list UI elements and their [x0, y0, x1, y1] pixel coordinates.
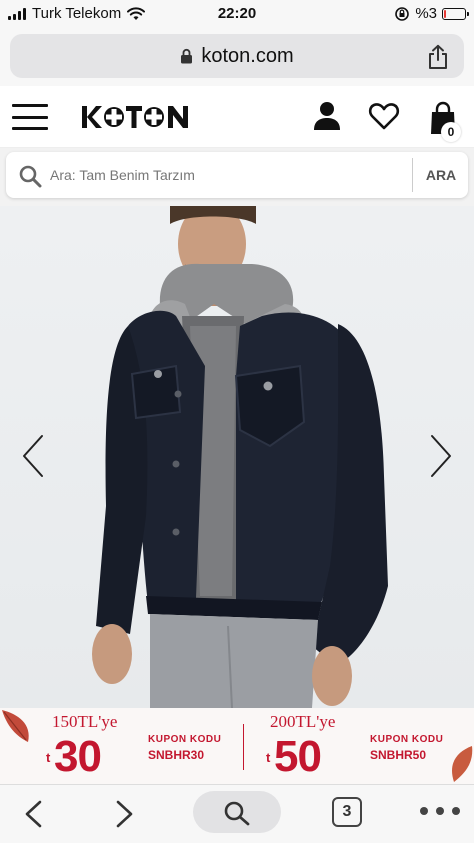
url-text: koton.com: [201, 44, 294, 67]
product-image-carousel[interactable]: [0, 206, 474, 708]
chevron-right-icon[interactable]: [428, 434, 454, 478]
coupon-code: SNBHR50: [370, 748, 427, 762]
more-options-button[interactable]: [420, 807, 460, 819]
chevron-left-icon[interactable]: [20, 434, 46, 478]
coupon-left: 150TL'ye t 30 KUPON KODU SNBHR30: [0, 708, 243, 784]
browser-url-area: koton.com: [0, 28, 474, 86]
search-icon: [19, 165, 42, 188]
coupon-promo-banner[interactable]: 150TL'ye t 30 KUPON KODU SNBHR30 200TL'y…: [0, 708, 474, 784]
coupon-discount: 50: [274, 732, 322, 781]
back-icon[interactable]: [22, 799, 44, 829]
coupon-code-label: KUPON KODU: [370, 734, 444, 745]
currency-symbol: t: [266, 750, 271, 765]
search-area: ARA: [0, 148, 474, 206]
search-divider: [412, 158, 413, 192]
coupon-threshold: 200TL'ye: [270, 712, 336, 731]
search-button[interactable]: ARA: [414, 152, 468, 198]
coupon-code: SNBHR30: [148, 748, 205, 762]
site-header: 0: [0, 86, 474, 148]
rotation-lock-icon: [395, 6, 410, 21]
currency-symbol: t: [46, 750, 51, 765]
battery-icon: [442, 7, 469, 20]
coupon-code-label: KUPON KODU: [148, 734, 222, 745]
toolbar-search-button[interactable]: [193, 791, 281, 833]
lock-icon: [181, 48, 193, 64]
cart-count-badge: 0: [441, 122, 461, 142]
forward-icon[interactable]: [114, 799, 136, 829]
product-photo-denim-jacket: [92, 206, 388, 708]
koton-logo[interactable]: [80, 102, 208, 132]
coupon-threshold: 150TL'ye: [52, 712, 118, 731]
share-icon[interactable]: [426, 44, 450, 70]
browser-toolbar: 3: [0, 784, 474, 843]
url-display[interactable]: koton.com: [10, 34, 464, 78]
coupon-right: 200TL'ye t 50 KUPON KODU SNBHR50: [244, 708, 474, 784]
status-bar: Turk Telekom 22:20 %3: [0, 0, 474, 28]
coupon-discount: 30: [54, 732, 102, 781]
search-icon: [224, 801, 250, 826]
search-box: ARA: [6, 152, 468, 198]
tabs-button[interactable]: 3: [332, 797, 362, 827]
battery-percent: %3: [415, 5, 437, 22]
user-account-icon[interactable]: [312, 100, 342, 132]
address-bar[interactable]: koton.com: [10, 34, 464, 78]
hamburger-menu-button[interactable]: [12, 104, 48, 130]
status-right: %3: [394, 5, 469, 22]
search-input[interactable]: [50, 160, 410, 190]
favorites-heart-icon[interactable]: [368, 100, 400, 132]
